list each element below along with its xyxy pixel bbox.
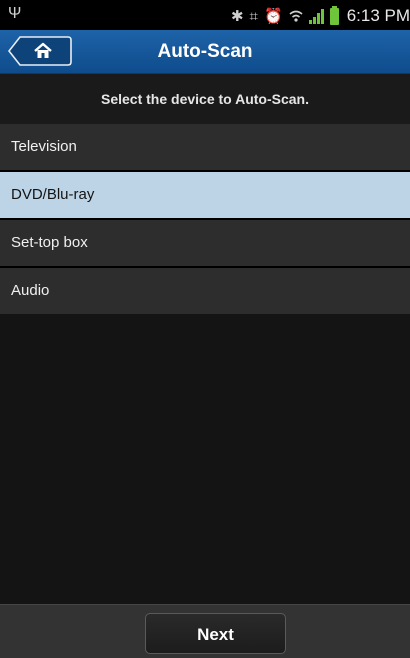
signal-icon	[308, 8, 324, 24]
status-icons: ✱ ⌗ ⏰ 6:13 PM	[230, 5, 410, 26]
nfc-icon: ⌗	[249, 7, 258, 25]
device-item-set-top-box[interactable]: Set-top box	[0, 220, 410, 266]
bottom-bar: Next	[0, 604, 410, 658]
status-bar: Ψ ✱ ⌗ ⏰ 6:13 PM	[0, 0, 410, 30]
bluetooth-icon: ✱	[230, 8, 244, 25]
usb-icon: Ψ	[8, 5, 22, 22]
device-item-audio[interactable]: Audio	[0, 268, 410, 314]
device-item-television[interactable]: Television	[0, 124, 410, 170]
device-list: Television DVD/Blu-ray Set-top box Audio	[0, 124, 410, 314]
next-button[interactable]: Next	[145, 613, 286, 654]
wifi-icon	[289, 9, 303, 23]
battery-icon	[329, 5, 339, 25]
instruction-text: Select the device to Auto-Scan.	[0, 74, 410, 124]
status-time: 6:13 PM	[346, 6, 410, 25]
device-item-dvd-bluray[interactable]: DVD/Blu-ray	[0, 172, 410, 218]
page-title: Auto-Scan	[157, 41, 253, 62]
empty-content-area	[0, 314, 410, 604]
alarm-icon: ⏰	[264, 8, 283, 25]
title-bar: Auto-Scan	[0, 30, 410, 74]
